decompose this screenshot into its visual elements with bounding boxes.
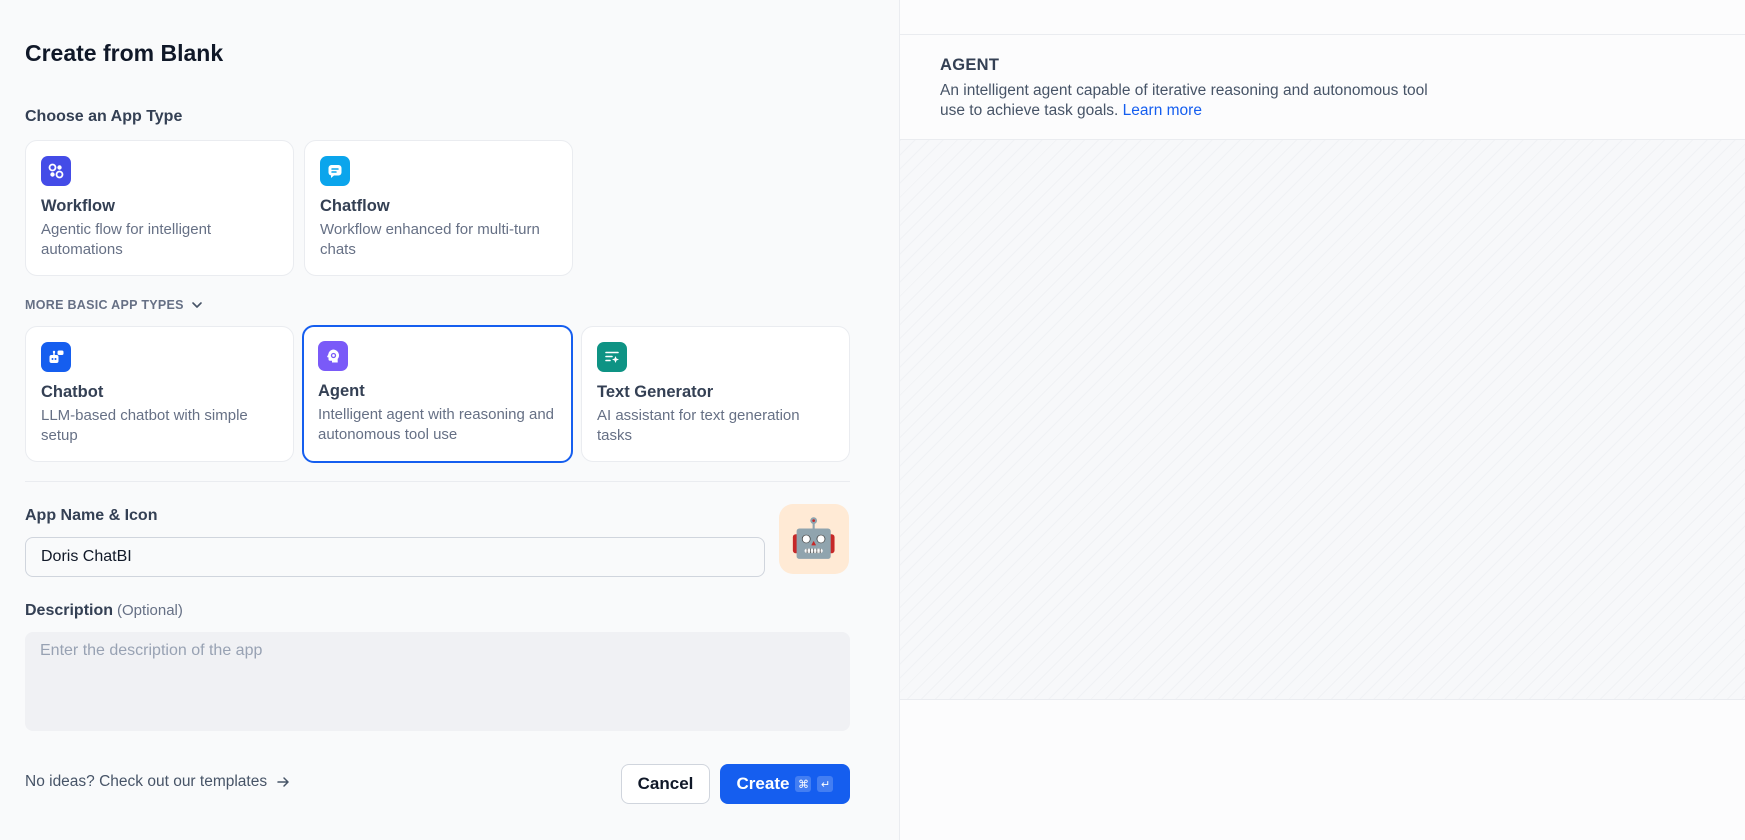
robot-icon: 🤖: [790, 518, 838, 560]
app-name-label: App Name & Icon: [25, 507, 158, 524]
page-title: Create from Blank: [25, 40, 224, 66]
chatbot-icon: [41, 342, 71, 372]
text-generator-icon: [597, 342, 627, 372]
agent-icon: [318, 341, 348, 371]
arrow-right-icon: [277, 777, 289, 787]
section-divider: [25, 481, 850, 482]
create-app-panel: Create from Blank Choose an App Type Wor…: [0, 0, 900, 840]
card-description: Agentic flow for intelligent automations: [41, 221, 212, 258]
card-description: Workflow enhanced for multi-turn chats: [320, 221, 540, 258]
card-text-generator[interactable]: Text Generator AI assistant for text gen…: [581, 326, 850, 462]
description-input[interactable]: [25, 632, 850, 731]
cancel-button[interactable]: Cancel: [621, 764, 710, 804]
learn-more-link[interactable]: Learn more: [1123, 102, 1202, 119]
description-label-text: Description: [25, 602, 114, 619]
cmd-key-icon: ⌘: [795, 776, 812, 792]
card-description: AI assistant for text generation tasks: [597, 407, 800, 444]
card-description: LLM-based chatbot with simple setup: [41, 407, 248, 444]
templates-link-text: No ideas? Check out our templates: [25, 773, 268, 790]
card-title: Workflow: [41, 197, 115, 215]
preview-description: An intelligent agent capable of iterativ…: [940, 81, 1440, 121]
card-workflow[interactable]: Workflow Agentic flow for intelligent au…: [25, 140, 294, 276]
optional-hint: (Optional): [117, 602, 183, 619]
chatflow-icon: [320, 156, 350, 186]
workflow-icon: [41, 156, 71, 186]
card-agent[interactable]: Agent Intelligent agent with reasoning a…: [302, 325, 573, 463]
app-icon-picker[interactable]: 🤖: [779, 504, 849, 574]
templates-link[interactable]: No ideas? Check out our templates: [25, 773, 291, 791]
card-title: Text Generator: [597, 383, 714, 401]
preview-panel: AGENT An intelligent agent capable of it…: [900, 0, 1745, 840]
more-app-types-label: MORE BASIC APP TYPES: [25, 298, 184, 312]
app-type-label: Choose an App Type: [25, 108, 183, 125]
card-title: Chatflow: [320, 197, 390, 215]
preview-canvas: [900, 140, 1745, 700]
enter-key-icon: ↵: [817, 776, 834, 792]
preview-header: AGENT An intelligent agent capable of it…: [900, 35, 1745, 140]
create-button[interactable]: Create ⌘ ↵: [720, 764, 850, 804]
description-label: Description (Optional): [25, 602, 183, 620]
card-description: Intelligent agent with reasoning and aut…: [318, 406, 555, 443]
create-button-label: Create: [736, 774, 790, 793]
more-app-types-toggle[interactable]: MORE BASIC APP TYPES: [25, 298, 204, 312]
card-chatbot[interactable]: Chatbot LLM-based chatbot with simple se…: [25, 326, 294, 462]
card-title: Chatbot: [41, 383, 104, 401]
app-name-input[interactable]: [25, 537, 765, 577]
card-chatflow[interactable]: Chatflow Workflow enhanced for multi-tur…: [304, 140, 573, 276]
chevron-down-icon: [192, 302, 202, 308]
card-title: Agent: [318, 382, 365, 400]
preview-app-type: AGENT: [940, 56, 1000, 74]
